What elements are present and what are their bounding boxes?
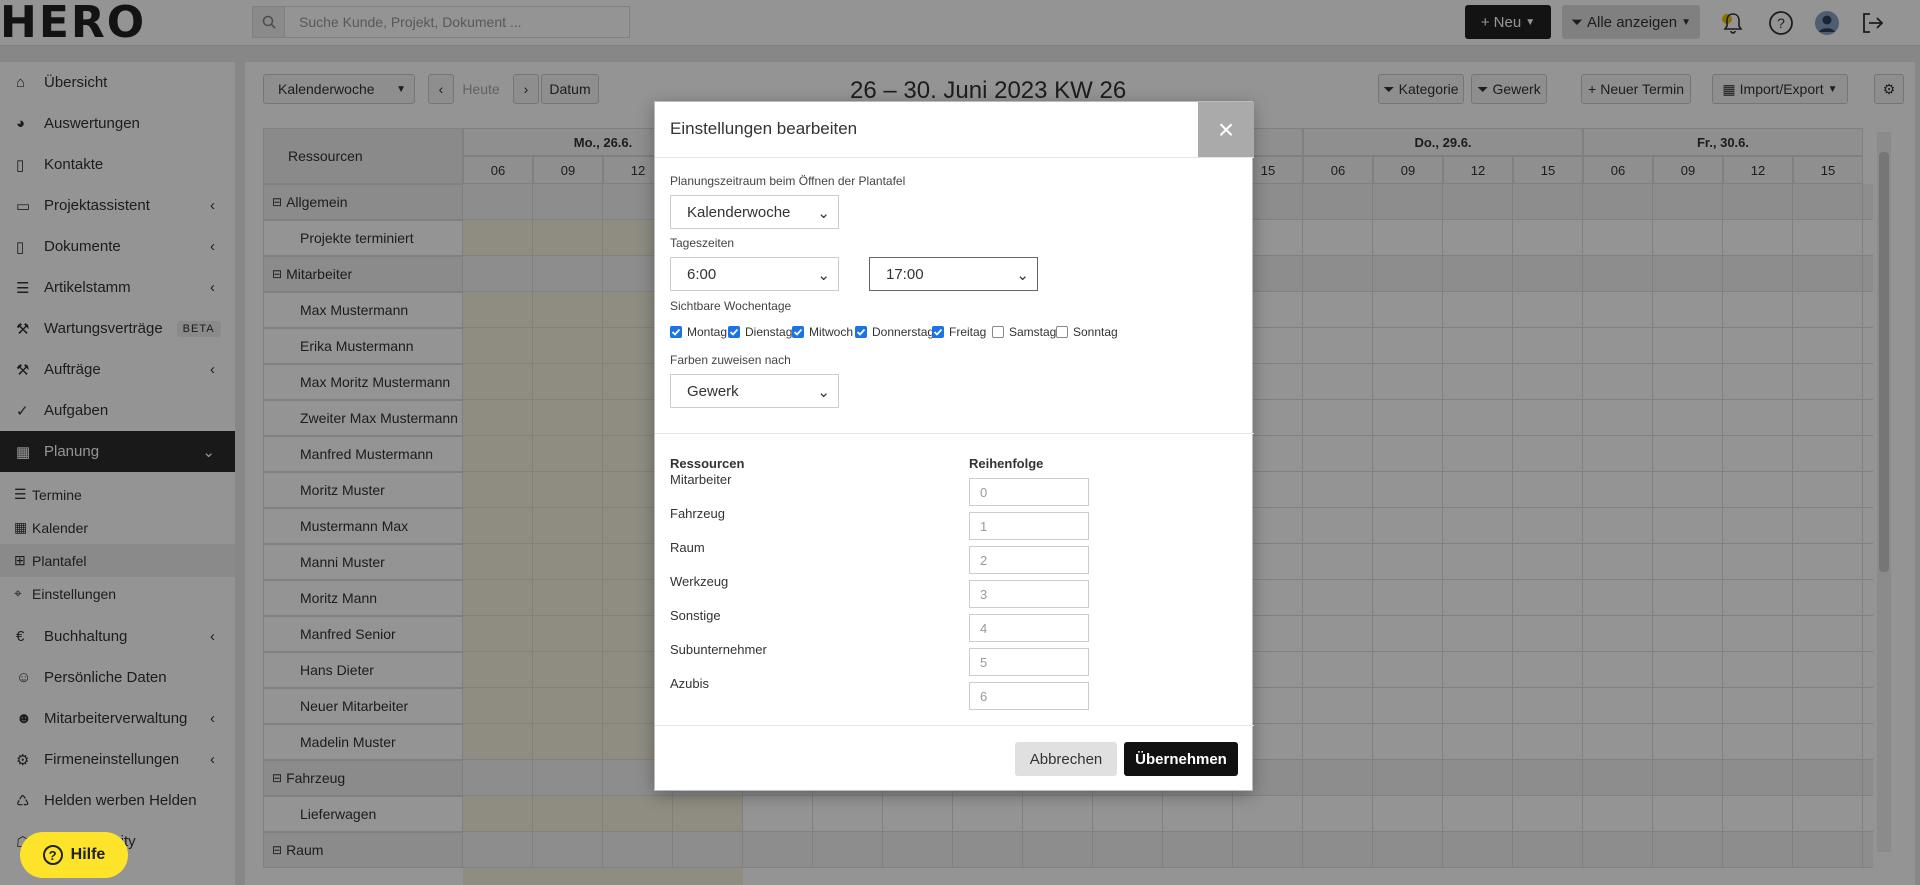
divider — [655, 725, 1254, 726]
resource-type-label: Fahrzeug — [670, 506, 725, 521]
checkbox-checked-icon[interactable] — [792, 326, 804, 338]
resource-type-label: Mitarbeiter — [670, 472, 732, 487]
resource-type-label: Raum — [670, 540, 705, 555]
chevron-down-icon: ⌄ — [817, 267, 830, 284]
end-time-select[interactable]: 17:00 ⌄ — [869, 257, 1038, 291]
help-button-label: Hilfe — [70, 846, 106, 863]
chevron-down-icon: ⌄ — [817, 384, 830, 401]
close-icon: × — [1217, 113, 1235, 145]
help-circle-icon: ? — [42, 845, 63, 865]
end-time-value: 17:00 — [886, 265, 924, 283]
order-input[interactable]: 2 — [969, 546, 1089, 574]
divider — [655, 157, 1254, 158]
settings-dialog: Einstellungen bearbeiten × Planungszeitr… — [654, 101, 1254, 791]
weekday-label: Mitwoch — [809, 325, 854, 339]
start-time-value: 6:00 — [687, 265, 717, 283]
weekday-label: Donnerstag — [872, 325, 935, 339]
checkbox-checked-icon[interactable] — [855, 326, 867, 338]
weekday-label: Samstag — [1009, 325, 1057, 339]
checkbox-checked-icon[interactable] — [670, 326, 682, 338]
cancel-button[interactable]: Abbrechen — [1015, 742, 1117, 776]
dialog-title: Einstellungen bearbeiten — [670, 119, 858, 138]
order-input[interactable]: 3 — [969, 580, 1089, 608]
divider — [655, 433, 1254, 434]
planning-period-select[interactable]: Kalenderwoche ⌄ — [670, 195, 839, 229]
checkbox-unchecked-icon[interactable] — [992, 326, 1004, 338]
order-header: Reihenfolge — [969, 456, 1044, 471]
colors-label: Farben zuweisen nach — [670, 353, 791, 367]
start-time-select[interactable]: 6:00 ⌄ — [670, 257, 839, 291]
weekday-checkbox[interactable]: Mitwoch — [792, 325, 853, 339]
colors-value: Gewerk — [687, 382, 739, 400]
planning-period-value: Kalenderwoche — [687, 203, 791, 221]
planning-period-label: Planungszeitraum beim Öffnen der Plantaf… — [670, 174, 906, 188]
resource-type-label: Sonstige — [670, 608, 721, 623]
order-input[interactable]: 6 — [969, 682, 1089, 710]
close-button[interactable]: × — [1198, 102, 1254, 157]
weekday-label: Freitag — [949, 325, 987, 339]
weekday-checkbox[interactable]: Freitag — [932, 325, 986, 339]
resources-header: Ressourcen — [670, 456, 745, 471]
daytime-label: Tageszeiten — [670, 236, 735, 250]
apply-button[interactable]: Übernehmen — [1124, 742, 1238, 776]
order-input[interactable]: 4 — [969, 614, 1089, 642]
resource-type-label: Azubis — [670, 676, 710, 691]
weekday-checkbox[interactable]: Sonntag — [1056, 325, 1118, 339]
checkbox-checked-icon[interactable] — [932, 326, 944, 338]
weekday-label: Sonntag — [1073, 325, 1118, 339]
help-button[interactable]: ? Hilfe — [20, 832, 128, 878]
checkbox-checked-icon[interactable] — [728, 326, 740, 338]
weekday-checkbox[interactable]: Dienstag — [728, 325, 792, 339]
weekdays-label: Sichtbare Wochentage — [670, 299, 792, 313]
chevron-down-icon: ⌄ — [817, 205, 830, 222]
order-input[interactable]: 1 — [969, 512, 1089, 540]
colors-select[interactable]: Gewerk ⌄ — [670, 374, 839, 408]
chevron-down-icon: ⌄ — [1016, 267, 1029, 284]
weekday-checkbox[interactable]: Donnerstag — [855, 325, 934, 339]
order-input[interactable]: 0 — [969, 478, 1089, 506]
weekday-label: Dienstag — [745, 325, 793, 339]
checkbox-unchecked-icon[interactable] — [1056, 326, 1068, 338]
order-input[interactable]: 5 — [969, 648, 1089, 676]
resource-type-label: Subunternehmer — [670, 642, 767, 657]
resource-type-label: Werkzeug — [670, 574, 729, 589]
weekday-label: Montag — [687, 325, 728, 339]
weekday-checkbox[interactable]: Montag — [670, 325, 727, 339]
weekday-checkbox[interactable]: Samstag — [992, 325, 1056, 339]
